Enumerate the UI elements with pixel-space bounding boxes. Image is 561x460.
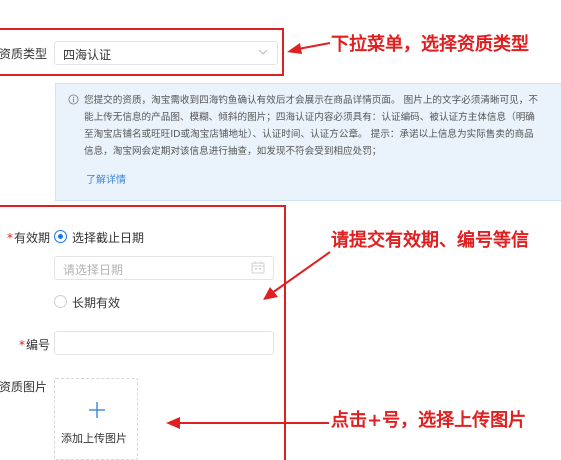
required-mark: *: [19, 338, 25, 352]
deadline-date-input[interactable]: 请选择日期: [54, 256, 274, 280]
learn-more-link[interactable]: 了解详情: [86, 171, 126, 186]
radio-long-term[interactable]: [54, 295, 67, 308]
radio-long-term-label[interactable]: 长期有效: [72, 294, 120, 311]
radio-select-deadline[interactable]: [54, 230, 67, 243]
validity-label-text: 有效期: [14, 231, 51, 245]
qualification-type-label: 资质类型: [0, 47, 48, 61]
chevron-down-icon: [257, 46, 269, 61]
validity-label: *有效期: [7, 229, 50, 246]
number-label-text: 编号: [26, 338, 51, 352]
qualification-type-value: 四海认证: [63, 48, 112, 62]
info-line: 您提交的资质，淘宝需收到四海钓鱼确认有效后才会展示在商品详情页面。 图片上的文字…: [84, 95, 538, 106]
info-line: 至淘宝店铺名或旺旺ID或淘宝店铺地址）、认证时间、认证方公章。 提示：承诺以上信…: [84, 129, 534, 140]
qualification-form-screen: 资质类型 四海认证 您提交的资质，淘宝需收到四海钓鱼确认有效后才会展示在商品详情…: [0, 0, 561, 460]
radio-select-deadline-label[interactable]: 选择截止日期: [72, 229, 144, 246]
image-upload-button[interactable]: 添加上传图片: [54, 378, 138, 460]
info-text: 您提交的资质，淘宝需收到四海钓鱼确认有效后才会展示在商品详情页面。 图片上的文字…: [84, 92, 561, 160]
validity-annotation-text: 请提交有效期、编号等信: [331, 230, 529, 251]
upload-text: 添加上传图片: [61, 432, 127, 445]
info-circle-icon: [68, 94, 79, 108]
upload-annotation-text: 点击+号，选择上传图片: [331, 410, 527, 431]
number-input[interactable]: [54, 331, 274, 355]
dropdown-annotation-text: 下拉菜单，选择资质类型: [331, 34, 529, 55]
plus-icon[interactable]: [88, 401, 106, 422]
qualification-type-select[interactable]: 四海认证: [54, 41, 278, 65]
qualification-info-box: 您提交的资质，淘宝需收到四海钓鱼确认有效后才会展示在商品详情页面。 图片上的文字…: [55, 83, 561, 201]
info-line: 能上传无信息的产品图、模糊、倾斜的图片；四海认证内容必须具有：认证编码、被认证方…: [84, 112, 535, 123]
calendar-icon[interactable]: [251, 261, 265, 277]
required-mark: *: [7, 231, 13, 245]
info-line: 信息，淘宝网会定期对该信息进行抽查，如发现不符会受到相应处罚；: [84, 146, 382, 157]
number-label: *编号: [19, 336, 50, 353]
deadline-date-placeholder: 请选择日期: [63, 263, 124, 277]
qualification-image-label: 资质图片: [0, 380, 48, 394]
